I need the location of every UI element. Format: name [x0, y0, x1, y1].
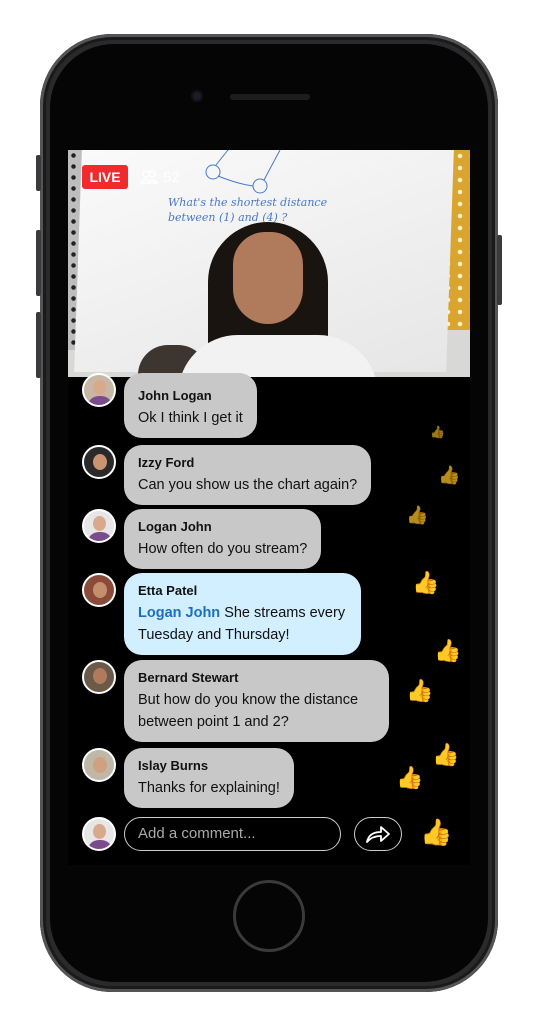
avatar [82, 445, 116, 479]
chat-message: Izzy Ford Can you show us the chart again… [82, 445, 372, 505]
power-button [497, 235, 502, 305]
front-camera [191, 90, 203, 102]
message-text: Ok I think I get it [138, 410, 243, 426]
thumbs-up-icon: 👍 [396, 765, 424, 790]
chat-message: Islay Burns Thanks for explaining! [82, 748, 294, 808]
avatar [82, 509, 116, 543]
volume-up-button [36, 230, 41, 296]
sender-name: John Logan [138, 388, 212, 403]
live-badge: LIVE [82, 165, 128, 189]
message-text: How often do you stream? [138, 541, 308, 557]
thumbs-up-icon: 👍 [406, 505, 429, 525]
sender-name: Islay Burns [138, 758, 209, 773]
chat-message: Etta Patel Logan John She streams every T… [82, 573, 361, 655]
chat-message: Bernard Stewart But how do you know the d… [82, 660, 389, 742]
avatar [82, 660, 116, 694]
thumbs-up-icon: 👍 [430, 425, 445, 439]
thumbs-up-icon: 👍 [434, 638, 462, 663]
chat-message: Logan John How often do you stream? [82, 509, 322, 569]
mute-switch [36, 155, 41, 191]
share-button[interactable] [354, 817, 402, 851]
sender-name: Izzy Ford [138, 455, 195, 470]
message-text: Can you show us the chart again? [138, 477, 358, 493]
viewer-count: 52 [140, 165, 180, 189]
live-stream-screen: What's the shortest distance between (1) … [68, 150, 470, 865]
chat-message: John Logan Ok I think I get it [82, 373, 257, 438]
comment-input[interactable]: Add a comment... [124, 817, 341, 851]
thumbs-up-icon: 👍 [438, 465, 461, 485]
mention-link[interactable]: Logan John [138, 605, 220, 621]
avatar [82, 748, 116, 782]
sender-name: Bernard Stewart [138, 670, 239, 685]
live-video[interactable]: What's the shortest distance between (1) … [68, 150, 470, 377]
my-avatar [82, 817, 116, 851]
sender-name: Logan John [138, 519, 212, 534]
message-text: Logan John She streams every Tuesday and… [138, 605, 346, 643]
whiteboard-graph [205, 150, 281, 194]
viewer-count-number: 52 [163, 168, 180, 186]
people-icon [140, 170, 158, 184]
avatar [82, 573, 116, 607]
like-button[interactable]: 👍 [420, 817, 452, 848]
message-text: Thanks for explaining! [138, 780, 280, 796]
thumbs-up-icon: 👍 [432, 742, 460, 767]
whiteboard-text: What's the shortest distance between (1) … [168, 196, 328, 224]
sender-name: Etta Patel [138, 583, 198, 598]
share-arrow-icon [366, 826, 390, 843]
earpiece-speaker [230, 94, 310, 100]
thumbs-up-icon: 👍 [412, 570, 440, 595]
avatar [82, 373, 116, 407]
home-button[interactable] [233, 880, 305, 952]
thumbs-up-icon: 👍 [406, 678, 434, 703]
volume-down-button [36, 312, 41, 378]
message-text: But how do you know the distance between… [138, 692, 359, 730]
